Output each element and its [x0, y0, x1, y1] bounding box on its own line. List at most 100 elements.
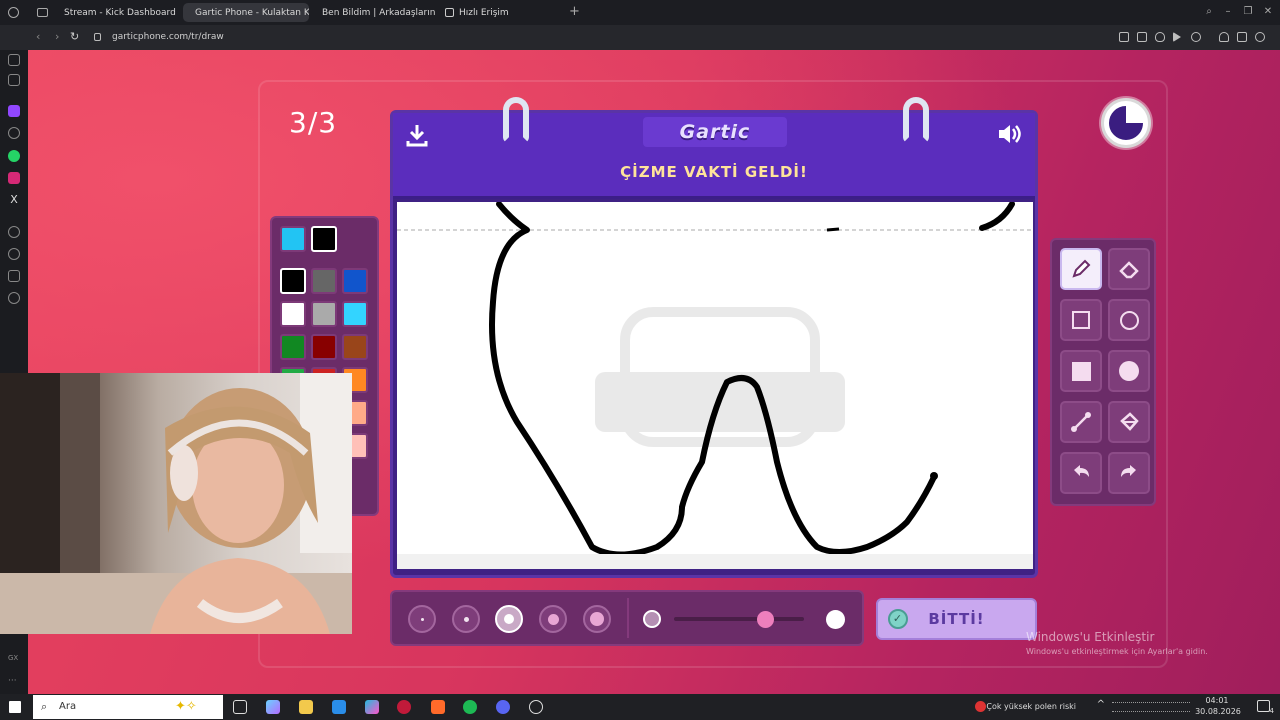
thickness-option-5[interactable]	[583, 605, 611, 633]
forward-icon[interactable]: ›	[55, 31, 59, 43]
sidebar-messenger-icon[interactable]	[8, 74, 20, 86]
tab-quick-access[interactable]: Hızlı Erişim	[438, 3, 538, 22]
palette-swatch[interactable]	[311, 301, 337, 327]
thickness-option-4[interactable]	[539, 605, 567, 633]
browser-logo-icon[interactable]	[8, 7, 19, 18]
palette-swatch[interactable]	[342, 268, 368, 294]
secondary-color-swatch[interactable]	[311, 226, 337, 252]
tab-label: Hızlı Erişim	[459, 7, 509, 18]
mail-icon[interactable]	[332, 700, 346, 714]
sidebar-percent-icon[interactable]	[8, 127, 20, 139]
heart-icon[interactable]	[1191, 32, 1201, 42]
tab-label: Stream - Kick Dashboard	[64, 7, 176, 18]
thickness-option-3[interactable]	[495, 605, 523, 633]
tool-panel	[1050, 238, 1156, 506]
sidebar-music-icon[interactable]	[8, 226, 20, 238]
notebook-pages	[397, 554, 1033, 569]
tray-icons[interactable]	[1112, 702, 1190, 712]
file-explorer-icon[interactable]	[299, 700, 313, 714]
windows-taskbar: ⌕ Ara ✦✧ Çok yüksek polen riski ^ 04:01 …	[0, 694, 1280, 720]
search-tabs-icon[interactable]: ⌕	[1203, 6, 1215, 18]
url-text[interactable]: garticphone.com/tr/draw	[112, 32, 224, 42]
bucket-fill-tool[interactable]	[1108, 401, 1150, 443]
palette-swatch[interactable]	[311, 268, 337, 294]
circle-outline-tool[interactable]	[1108, 299, 1150, 341]
sidebar-instagram-icon[interactable]	[8, 172, 20, 184]
palette-swatch[interactable]	[342, 334, 368, 360]
extension-pin-icon[interactable]	[1119, 32, 1129, 42]
sidebar-gx-icon[interactable]: GX	[8, 654, 20, 666]
sidebar-feed-icon[interactable]	[8, 54, 20, 66]
weather-text[interactable]: Çok yüksek polen riski	[986, 702, 1076, 711]
primary-color-swatch[interactable]	[280, 226, 306, 252]
thickness-option-2[interactable]	[452, 605, 480, 633]
lock-icon[interactable]	[94, 33, 101, 41]
sidebar-history-icon[interactable]	[8, 248, 20, 260]
pen-tool[interactable]	[1060, 248, 1102, 290]
thickness-option-1[interactable]	[408, 605, 436, 633]
new-tab-plus-icon[interactable]: +	[569, 4, 580, 19]
menu-icon[interactable]	[1255, 32, 1265, 42]
sidebar-settings-icon[interactable]	[8, 292, 20, 304]
tray-chevron-icon[interactable]: ^	[1097, 699, 1105, 710]
clock-date[interactable]: 30.08.2026	[1194, 707, 1242, 716]
sidebar-whatsapp-icon[interactable]	[8, 150, 20, 162]
undo-tool[interactable]	[1060, 452, 1102, 494]
tab-label: Ben Bildim | Arkadaşlarını	[322, 7, 436, 18]
store-icon[interactable]	[365, 700, 379, 714]
tab-kick-dashboard[interactable]: Stream - Kick Dashboard	[52, 3, 178, 22]
sidebar-twitch-icon[interactable]	[8, 105, 20, 117]
restore-icon[interactable]: ❐	[1242, 6, 1254, 18]
download-drawing-icon[interactable]	[405, 123, 429, 147]
copilot-icon[interactable]	[266, 700, 280, 714]
notification-icon[interactable]	[1257, 700, 1270, 712]
palette-swatch[interactable]	[280, 301, 306, 327]
rectangle-fill-tool[interactable]	[1060, 350, 1102, 392]
back-icon[interactable]: ‹	[36, 31, 40, 43]
circle-fill-tool[interactable]	[1108, 350, 1150, 392]
reload-icon[interactable]: ↻	[70, 31, 79, 43]
sidebar-more-icon[interactable]: ···	[8, 676, 20, 688]
opacity-slider-handle[interactable]	[757, 611, 774, 628]
minimize-icon[interactable]: –	[1222, 6, 1234, 18]
discord-icon[interactable]	[496, 700, 510, 714]
tab-label: Gartic Phone - Kulaktan Ku	[195, 7, 309, 18]
opera-gx-icon[interactable]	[397, 700, 411, 714]
taskbar-search[interactable]: ⌕ Ara ✦✧	[33, 695, 223, 719]
address-bar: ‹ › ↻ garticphone.com/tr/draw	[0, 25, 1280, 50]
redo-icon	[1121, 465, 1136, 477]
clock-time[interactable]: 04:01	[1194, 696, 1240, 705]
profile-icon[interactable]	[1219, 32, 1229, 42]
close-icon[interactable]: ✕	[1262, 6, 1274, 18]
brush-cursor-icon	[930, 472, 938, 480]
line-tool[interactable]	[1060, 401, 1102, 443]
task-view-icon[interactable]	[233, 700, 247, 714]
sidebar-bag-icon[interactable]	[8, 270, 20, 282]
windows-start-icon[interactable]	[9, 701, 21, 713]
palette-swatch[interactable]	[342, 301, 368, 327]
obs-icon[interactable]	[529, 700, 543, 714]
brush-settings-bar	[390, 590, 864, 646]
notebook-ring-icon	[503, 97, 529, 143]
tab-ben-bildim[interactable]: Ben Bildim | Arkadaşlarını	[310, 3, 436, 22]
opacity-slider-track[interactable]	[674, 617, 804, 621]
spotify-icon[interactable]	[463, 700, 477, 714]
download-icon[interactable]	[1237, 32, 1247, 42]
app-icon[interactable]	[431, 700, 445, 714]
palette-swatch[interactable]	[280, 268, 306, 294]
rectangle-outline-tool[interactable]	[1060, 299, 1102, 341]
eraser-tool[interactable]	[1108, 248, 1150, 290]
palette-swatch[interactable]	[311, 334, 337, 360]
sidebar-x-icon[interactable]: X	[8, 194, 20, 206]
done-button[interactable]: ✓ BİTTİ!	[876, 598, 1037, 640]
play-icon[interactable]	[1173, 32, 1181, 42]
redo-tool[interactable]	[1108, 452, 1150, 494]
screenshot-icon[interactable]	[1137, 32, 1147, 42]
tab-gartic-phone[interactable]: Gartic Phone - Kulaktan Ku	[183, 3, 309, 22]
volume-icon[interactable]	[997, 123, 1023, 145]
sparkle-icon: ✦✧	[175, 699, 197, 714]
shield-icon[interactable]	[1155, 32, 1165, 42]
palette-swatch[interactable]	[280, 334, 306, 360]
drawing-canvas[interactable]	[397, 202, 1033, 569]
workspaces-icon[interactable]	[37, 8, 48, 17]
